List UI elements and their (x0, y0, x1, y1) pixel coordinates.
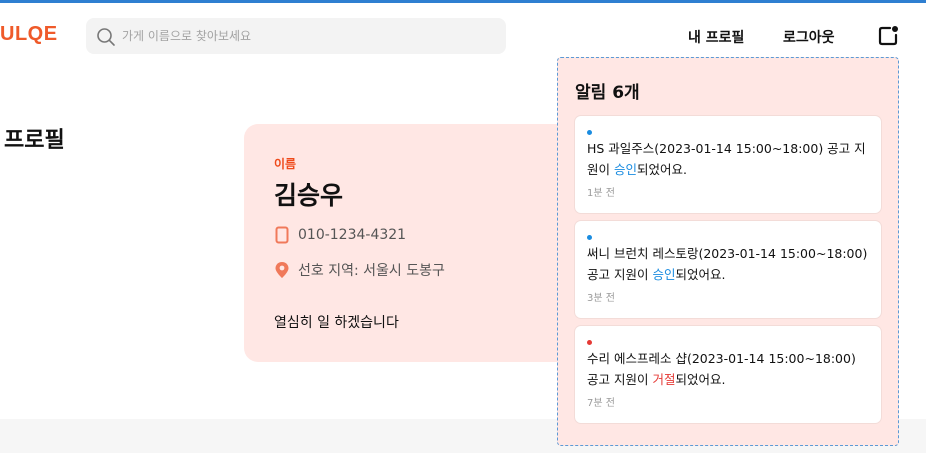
logo[interactable]: ULQE (0, 23, 58, 46)
search-icon (97, 28, 115, 46)
header: ULQE 내 프로필 로그아웃 (0, 3, 926, 65)
search-input[interactable] (122, 18, 492, 54)
notification-item[interactable]: 수리 에스프레소 샵(2023-01-14 15:00~18:00) 공고 지원… (575, 326, 881, 423)
region-row: 선호 지역: 서울시 도봉구 (274, 261, 445, 279)
preferred-region: 선호 지역: 서울시 도봉구 (298, 263, 445, 279)
notification-message: 수리 에스프레소 샵(2023-01-14 15:00~18:00) 공고 지원… (587, 348, 871, 390)
page-title: 프로필 (4, 128, 65, 153)
my-profile-link[interactable]: 내 프로필 (688, 27, 744, 47)
notification-message: HS 과일주스(2023-01-14 15:00~18:00) 공고 지원이 승… (587, 138, 871, 180)
notification-time: 7분 전 (587, 398, 615, 409)
status-dot (587, 235, 592, 240)
location-pin-icon (275, 262, 289, 278)
notification-time: 1분 전 (587, 188, 615, 199)
self-introduction: 열심히 일 하겠습니다 (274, 315, 399, 331)
notification-item[interactable]: 써니 브런치 레스토랑(2023-01-14 15:00~18:00) 공고 지… (575, 221, 881, 318)
notification-item[interactable]: HS 과일주스(2023-01-14 15:00~18:00) 공고 지원이 승… (575, 116, 881, 213)
message-suffix: 되었어요. (637, 162, 687, 177)
phone-icon (275, 226, 289, 244)
message-suffix: 되었어요. (675, 372, 726, 387)
status-word: 승인 (652, 267, 676, 282)
status-word: 거절 (652, 372, 676, 387)
notification-message: 써니 브런치 레스토랑(2023-01-14 15:00~18:00) 공고 지… (587, 243, 871, 285)
logout-link[interactable]: 로그아웃 (783, 27, 835, 47)
status-word: 승인 (613, 162, 637, 177)
phone-number: 010-1234-4321 (298, 227, 407, 243)
status-dot (587, 130, 592, 135)
name-label: 이름 (274, 157, 297, 171)
search-bar[interactable] (86, 18, 506, 54)
notification-panel: 알림 6개 HS 과일주스(2023-01-14 15:00~18:00) 공고… (557, 57, 899, 446)
status-dot (587, 340, 592, 345)
user-name: 김승우 (274, 181, 344, 210)
message-suffix: 되었어요. (675, 267, 726, 282)
message-text: 써니 브런치 레스토랑(2023-01-14 15:00~18:00) 공고 지… (587, 246, 868, 282)
notification-title: 알림 6개 (575, 83, 640, 103)
phone-row: 010-1234-4321 (274, 226, 406, 244)
notification-icon[interactable] (877, 25, 899, 47)
notification-time: 3분 전 (587, 293, 615, 304)
